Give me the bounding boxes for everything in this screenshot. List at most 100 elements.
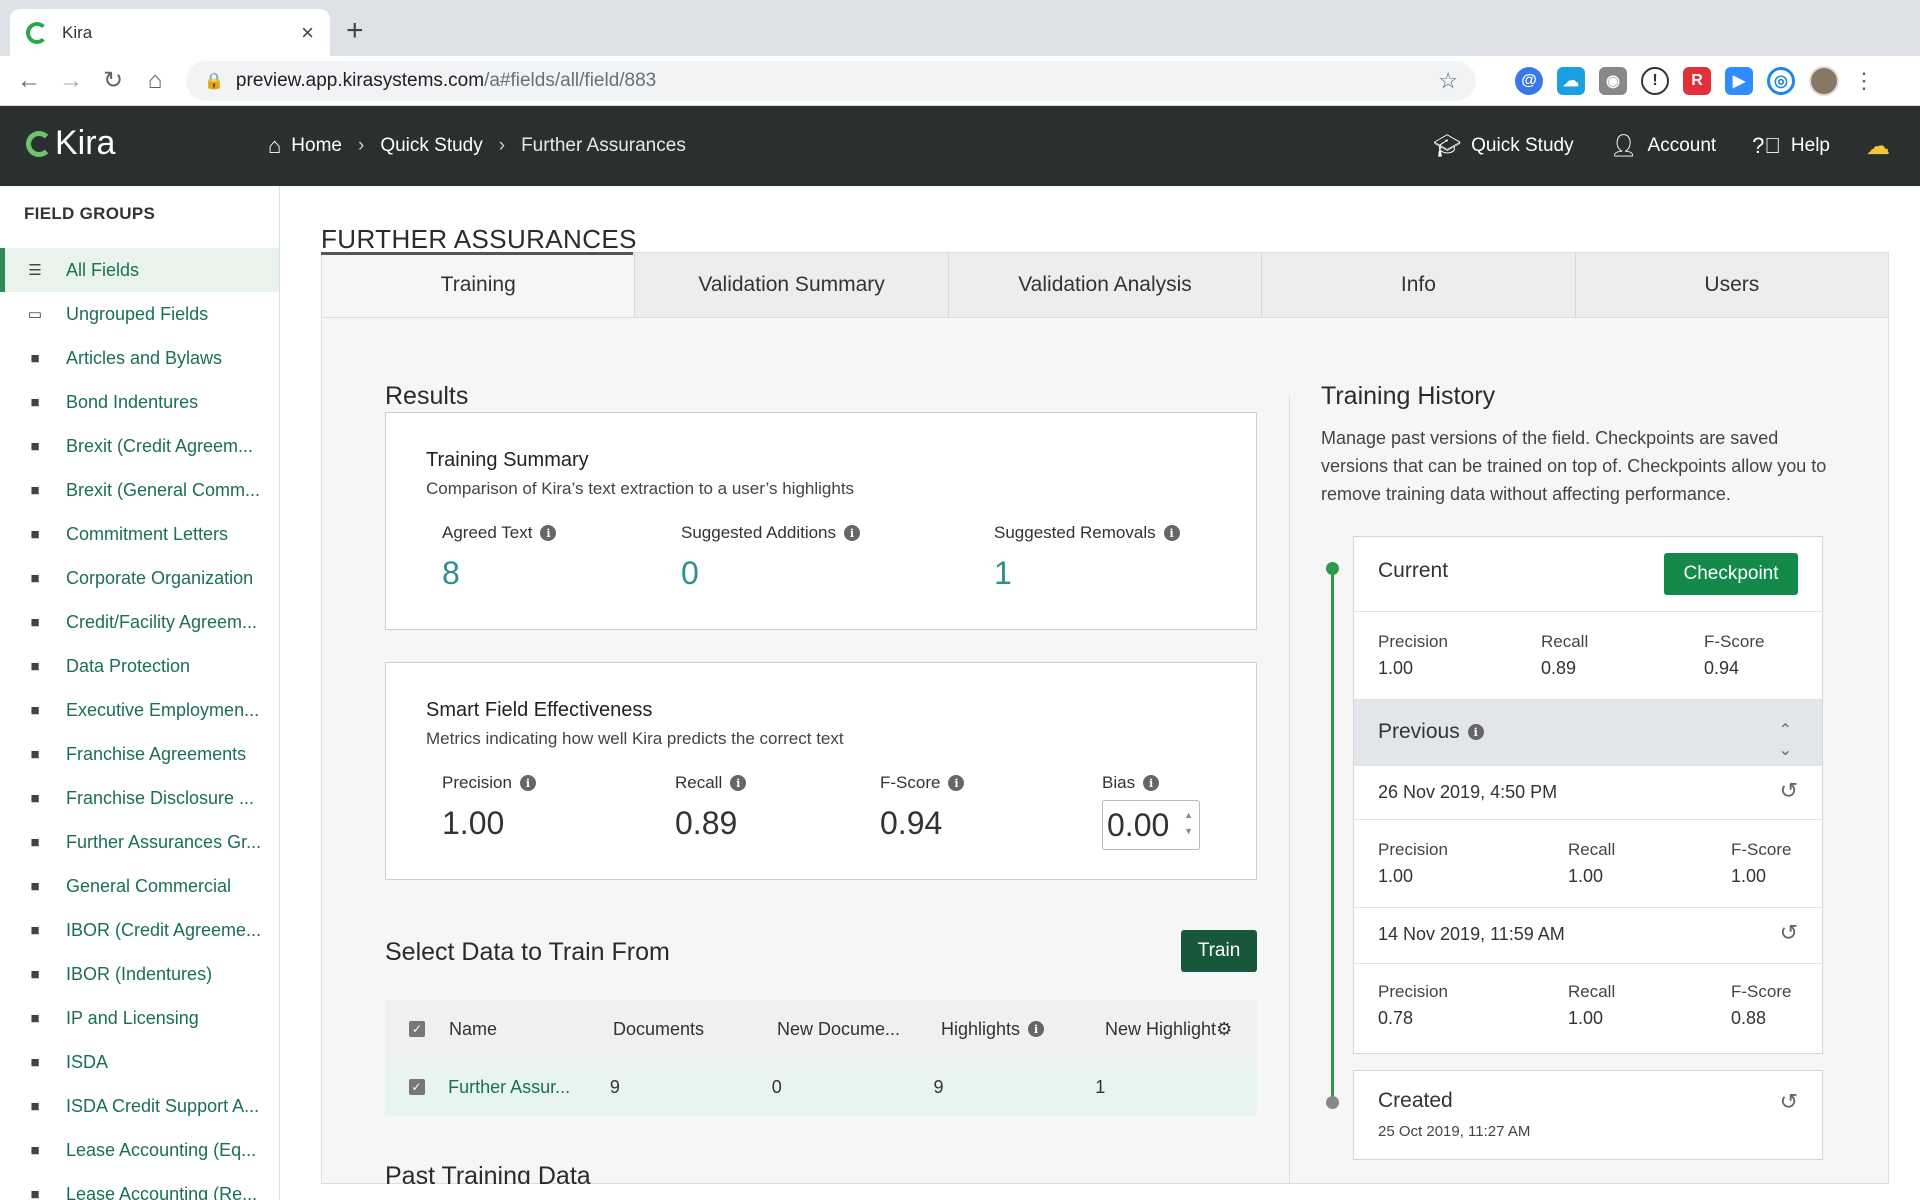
collapse-icon[interactable]: ⌃ ⌄	[1779, 720, 1792, 760]
previous-2-fscore-value: 0.88	[1731, 1008, 1767, 1028]
extension-target-icon[interactable]: ◎	[1767, 67, 1795, 95]
nav-quick-study[interactable]: 🎓︎ Quick Study	[1433, 133, 1573, 159]
gear-icon[interactable]: ⚙	[1216, 1019, 1232, 1040]
previous-1-precision-value: 1.00	[1378, 866, 1414, 886]
sidebar-item[interactable]: ■ Brexit (Credit Agreem...	[0, 424, 279, 468]
select-all-checkbox[interactable]: ✓	[409, 1021, 425, 1037]
info-icon[interactable]: i	[1028, 1021, 1045, 1037]
extension-salesforce-icon[interactable]: ☁	[1557, 67, 1585, 95]
precision-label: Precision i	[442, 773, 536, 793]
cloud-download-icon[interactable]: ☁	[1866, 132, 1890, 161]
row-name-link[interactable]: Further Assur...	[448, 1077, 610, 1098]
kira-logo[interactable]: Kira	[26, 124, 115, 163]
sidebar-item[interactable]: ■ ISDA	[0, 1040, 279, 1084]
info-icon[interactable]: i	[844, 525, 861, 541]
checkpoint-button[interactable]: Checkpoint	[1664, 553, 1798, 595]
col-documents[interactable]: Documents	[613, 1019, 777, 1040]
previous-label: Previous i	[1378, 720, 1484, 744]
sidebar-item[interactable]: ■ IP and Licensing	[0, 996, 279, 1040]
nav-account[interactable]: 👤︎ Account	[1610, 133, 1717, 159]
revert-icon[interactable]: ↺	[1780, 778, 1798, 804]
revert-icon[interactable]: ↺	[1780, 1089, 1798, 1115]
info-icon[interactable]: i	[1163, 525, 1180, 541]
info-icon[interactable]: i	[948, 775, 965, 791]
sidebar-item[interactable]: ■ Brexit (General Comm...	[0, 468, 279, 512]
bias-input[interactable]: 0.00 ▲ ▼	[1102, 800, 1200, 850]
training-summary-subtitle: Comparison of Kira’s text extraction to …	[426, 479, 855, 498]
sidebar-item[interactable]: ▭ Ungrouped Fields	[0, 292, 279, 336]
tab-validation-analysis[interactable]: Validation Analysis	[949, 253, 1263, 317]
info-icon[interactable]: i	[730, 775, 747, 791]
sidebar-item[interactable]: ■ Data Protection	[0, 644, 279, 688]
created-label: Created	[1378, 1089, 1453, 1112]
sidebar-item[interactable]: ■ IBOR (Indentures)	[0, 952, 279, 996]
folder-icon: ■	[30, 789, 40, 807]
home-icon[interactable]: ⌂	[268, 133, 281, 159]
extension-info-icon[interactable]: !	[1641, 67, 1669, 95]
extension-mail-icon[interactable]: @	[1515, 67, 1543, 95]
precision-value: 1.00	[442, 805, 505, 841]
home-icon[interactable]: ⌂	[134, 67, 176, 95]
sidebar-item[interactable]: ■ Corporate Organization	[0, 556, 279, 600]
bias-label: Bias i	[1102, 773, 1160, 793]
breadcrumb-home[interactable]: Home	[291, 135, 342, 157]
sidebar-item[interactable]: ■ Credit/Facility Agreem...	[0, 600, 279, 644]
info-icon[interactable]: i	[1467, 724, 1484, 740]
tab-training[interactable]: Training	[322, 253, 636, 317]
browser-menu-icon[interactable]: ⋮	[1853, 68, 1875, 94]
sidebar-item[interactable]: ■ Lease Accounting (Re...	[0, 1172, 279, 1200]
extension-r-icon[interactable]: R	[1683, 67, 1711, 95]
nav-help[interactable]: ?⃝ Help	[1752, 133, 1830, 159]
folder-outline-icon: ▭	[27, 306, 43, 323]
browser-tab[interactable]: Kira ×	[10, 9, 330, 56]
col-highlights[interactable]: Highlights i	[941, 1019, 1105, 1040]
sidebar-item[interactable]: ■ Bond Indentures	[0, 380, 279, 424]
sidebar-item[interactable]: ■ General Commercial	[0, 864, 279, 908]
info-icon[interactable]: i	[540, 525, 557, 541]
new-tab-icon[interactable]: +	[346, 14, 364, 48]
user-icon: 👤︎	[1609, 133, 1638, 158]
breadcrumb-quick-study[interactable]: Quick Study	[380, 135, 482, 157]
back-icon[interactable]: ←	[8, 67, 50, 95]
previous-header[interactable]: Previous i ⌃ ⌄	[1354, 699, 1822, 765]
stepper-arrows-icon[interactable]: ▲ ▼	[1184, 807, 1193, 839]
tab-validation-summary[interactable]: Validation Summary	[635, 253, 949, 317]
col-new-documents[interactable]: New Docume...	[777, 1019, 941, 1040]
sidebar-item-label: General Commercial	[66, 875, 232, 896]
info-icon[interactable]: i	[1143, 775, 1160, 791]
tab-users[interactable]: Users	[1576, 253, 1888, 317]
forward-icon[interactable]: →	[50, 67, 92, 95]
sidebar-item[interactable]: ■ Executive Employmen...	[0, 688, 279, 732]
app-header: Kira ⌂ Home › Quick Study › Further Assu…	[0, 106, 1920, 186]
sidebar-item[interactable]: ■ IBOR (Credit Agreeme...	[0, 908, 279, 952]
sidebar-item[interactable]: ■ Articles and Bylaws	[0, 336, 279, 380]
reload-icon[interactable]: ↻	[92, 66, 134, 95]
sidebar-item[interactable]: ☰ All Fields	[0, 248, 279, 292]
profile-avatar[interactable]	[1809, 66, 1839, 96]
sidebar-item[interactable]: ■ Commitment Letters	[0, 512, 279, 556]
sidebar-heading: FIELD GROUPS	[24, 204, 156, 223]
bookmark-star-icon[interactable]: ☆	[1438, 68, 1458, 94]
train-button[interactable]: Train	[1181, 930, 1257, 972]
col-name[interactable]: Name	[449, 1019, 613, 1040]
row-checkbox[interactable]: ✓	[408, 1079, 425, 1095]
sidebar-item[interactable]: ■ Lease Accounting (Eq...	[0, 1128, 279, 1172]
smart-field-title: Smart Field Effectiveness	[426, 699, 653, 721]
close-tab-icon[interactable]: ×	[301, 20, 314, 46]
sidebar-item[interactable]: ■ Franchise Agreements	[0, 732, 279, 776]
sidebar-item[interactable]: ■ Further Assurances Gr...	[0, 820, 279, 864]
tab-info[interactable]: Info	[1262, 253, 1576, 317]
extension-camera-icon[interactable]: ◉	[1599, 67, 1627, 95]
table-row[interactable]: ✓ Further Assur... 9 0 9 1	[385, 1058, 1257, 1116]
address-bar[interactable]: 🔒 preview.app.kirasystems.com /a#fields/…	[186, 61, 1476, 101]
timeline-start-dot	[1326, 562, 1339, 575]
created-card: Created 25 Oct 2019, 11:27 AM ↺	[1353, 1070, 1823, 1160]
info-icon[interactable]: i	[519, 775, 536, 791]
sidebar-item[interactable]: ■ Franchise Disclosure ...	[0, 776, 279, 820]
extension-zoom-icon[interactable]: ▶	[1725, 67, 1753, 95]
revert-icon[interactable]: ↺	[1780, 920, 1798, 946]
sidebar-item[interactable]: ■ ISDA Credit Support A...	[0, 1084, 279, 1128]
col-new-highlights[interactable]: New Highlight ⚙	[1105, 1019, 1257, 1040]
folder-icon: ■	[30, 481, 40, 499]
sidebar-item-label: Brexit (General Comm...	[66, 479, 261, 500]
